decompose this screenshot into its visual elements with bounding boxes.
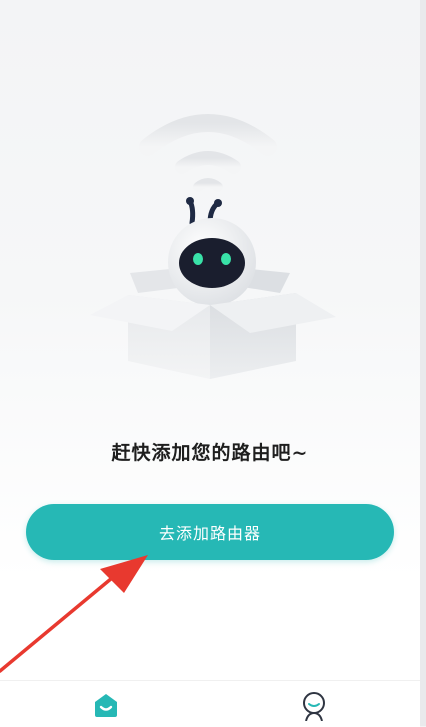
bottom-tab-bar — [0, 680, 420, 727]
wifi-icon — [139, 114, 277, 192]
robot-box-illustration — [90, 105, 350, 395]
tab-profile[interactable] — [294, 691, 334, 725]
add-router-button[interactable]: 去添加路由器 — [26, 504, 394, 560]
home-icon — [95, 694, 117, 717]
empty-state-headline: 赶快添加您的路由吧~ — [111, 442, 309, 464]
screen-edge — [420, 0, 426, 726]
robot-head — [168, 218, 256, 306]
tab-home[interactable] — [86, 691, 126, 725]
annotation-arrow — [0, 555, 160, 675]
profile-icon — [303, 692, 325, 721]
